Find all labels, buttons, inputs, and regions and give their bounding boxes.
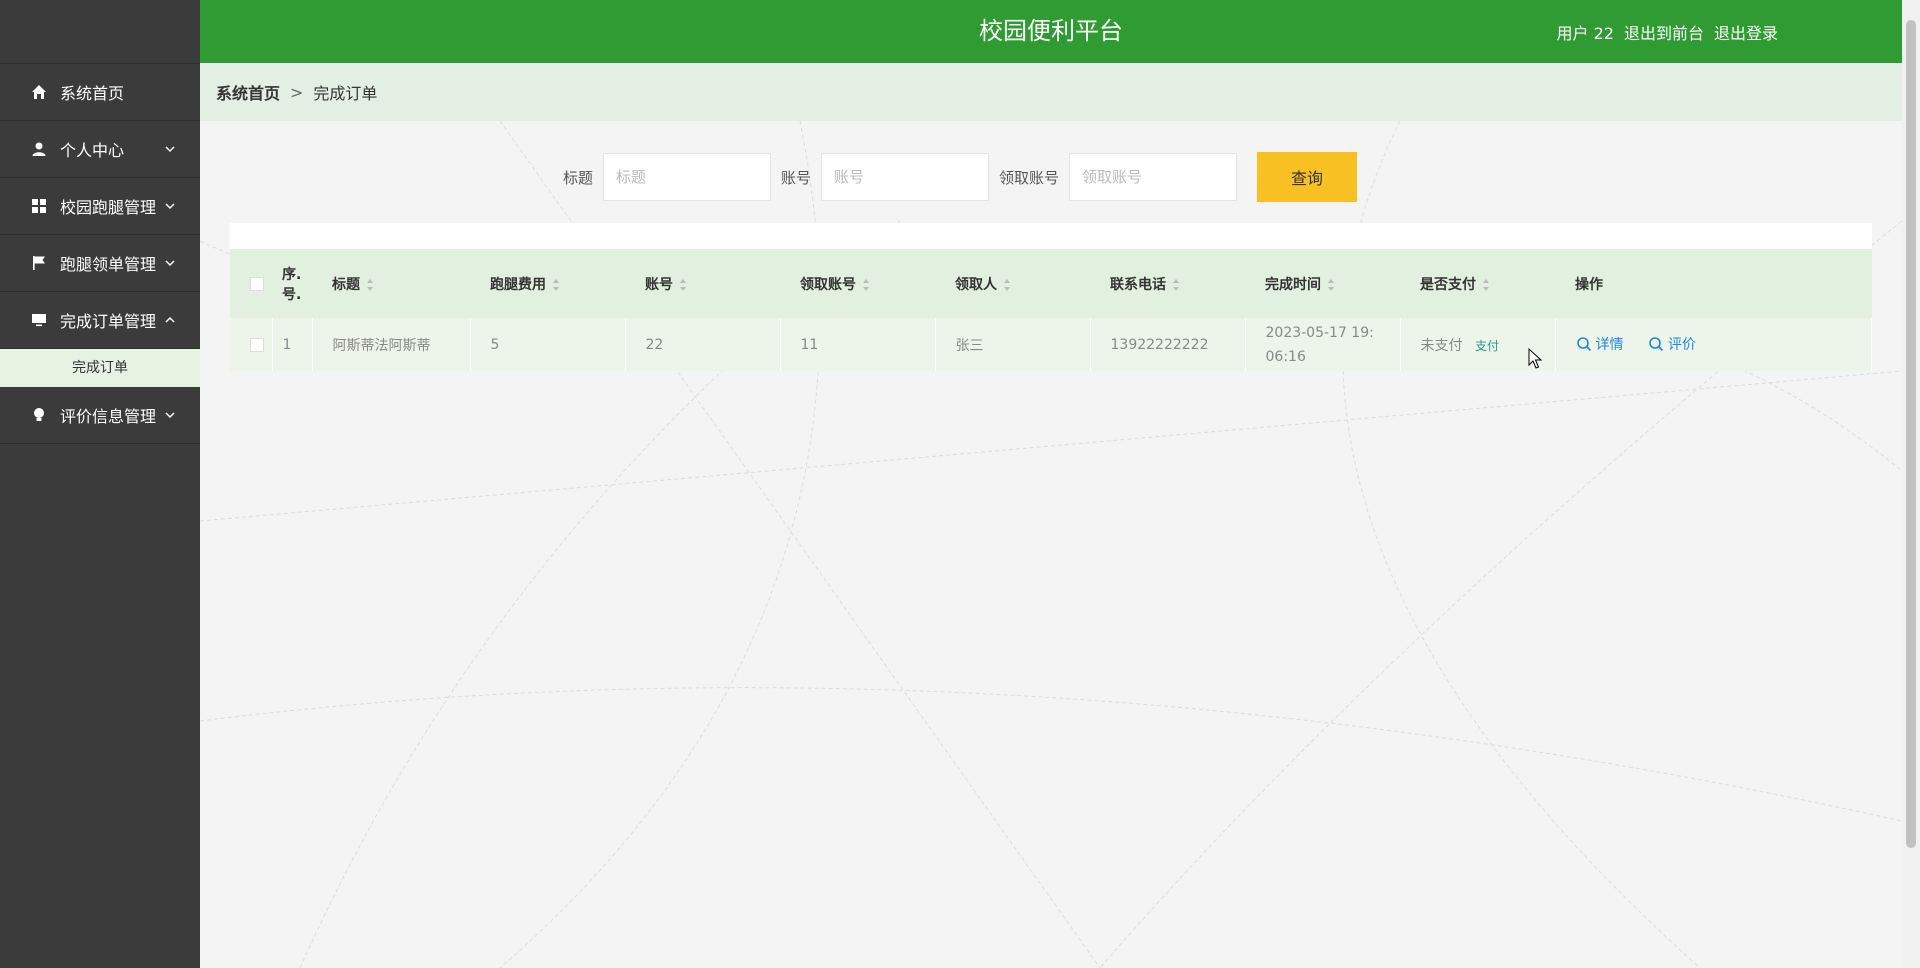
cell-ops: 详情 评价 — [1555, 318, 1872, 371]
monitor-icon — [30, 311, 48, 329]
select-all-header — [230, 249, 272, 318]
page-scrollbar[interactable] — [1902, 0, 1920, 968]
cell-receiver-account: 11 — [780, 318, 936, 371]
receiver-account-input[interactable] — [1069, 153, 1238, 201]
row-checkbox[interactable] — [250, 337, 264, 352]
mouse-cursor-icon — [1528, 348, 1543, 369]
phone-header[interactable]: 联系电话 — [1090, 249, 1245, 318]
orders-table: 序.号. 标题 跑腿费用 账号 领取账号 领取人 联系电话 完成时间 是否支付 … — [230, 249, 1872, 371]
select-all-checkbox[interactable] — [250, 276, 264, 291]
sort-icon — [367, 278, 373, 291]
search-icon — [1649, 336, 1664, 351]
sidebar-item-review[interactable]: 评价信息管理 — [0, 387, 200, 444]
receiver-account-label: 领取账号 — [999, 168, 1060, 187]
sort-icon — [553, 278, 559, 291]
scrollbar-thumb[interactable] — [1906, 20, 1916, 848]
table-header-row: 序.号. 标题 跑腿费用 账号 领取账号 领取人 联系电话 完成时间 是否支付 … — [230, 249, 1872, 318]
sort-icon — [1004, 278, 1010, 291]
account-input[interactable] — [821, 153, 989, 201]
chevron-down-icon — [165, 260, 175, 267]
submenu-item-finished-orders[interactable]: 完成订单 — [0, 349, 200, 387]
breadcrumb-current: 完成订单 — [313, 84, 378, 103]
receiver-header[interactable]: 领取人 — [935, 249, 1090, 318]
title-input[interactable] — [602, 153, 771, 201]
cell-index: 1 — [272, 318, 313, 371]
account-label: 账号 — [780, 168, 811, 187]
fee-header[interactable]: 跑腿费用 — [470, 249, 625, 318]
chevron-up-icon — [165, 316, 175, 323]
row-select-cell — [230, 318, 273, 371]
cell-receiver: 张三 — [935, 318, 1091, 371]
breadcrumb-home[interactable]: 系统首页 — [216, 80, 280, 104]
title-header[interactable]: 标题 — [312, 249, 470, 318]
sidebar-item-label: 完成订单管理 — [60, 312, 157, 331]
sidebar-item-finished[interactable]: 完成订单管理 — [0, 292, 200, 349]
home-icon — [30, 83, 48, 101]
breadcrumb: 系统首页 > 完成订单 — [200, 63, 1902, 121]
breadcrumb-separator: > — [290, 82, 304, 102]
user-area: 用户 22 退出到前台 退出登录 — [1557, 0, 1778, 63]
ops-header: 操作 — [1575, 276, 1603, 293]
cell-account: 22 — [625, 318, 781, 371]
search-icon — [1576, 336, 1591, 351]
cell-fee: 5 — [470, 318, 626, 371]
sidebar-item-label: 跑腿领单管理 — [60, 255, 157, 274]
sort-icon — [863, 278, 869, 291]
bulb-icon — [30, 406, 48, 424]
sidebar-item-claim[interactable]: 跑腿领单管理 — [0, 235, 200, 292]
cell-finish-time: 2023-05-17 19:06:16 — [1245, 318, 1401, 371]
account-header[interactable]: 账号 — [625, 249, 780, 318]
index-header: 序.号. — [282, 266, 302, 303]
chevron-down-icon — [165, 412, 175, 419]
sidebar-item-label: 系统首页 — [60, 84, 125, 103]
exit-to-front-link[interactable]: 退出到前台 — [1624, 20, 1704, 44]
sort-icon — [1328, 278, 1334, 291]
flag-icon — [30, 254, 48, 272]
paid-status: 未支付 — [1420, 337, 1463, 354]
title-label: 标题 — [562, 168, 593, 187]
sort-icon — [1173, 278, 1179, 291]
sort-icon — [1483, 278, 1489, 291]
logout-link[interactable]: 退出登录 — [1714, 20, 1778, 44]
sort-icon — [680, 278, 686, 291]
sidebar-item-home[interactable]: 系统首页 — [0, 64, 200, 121]
pay-button[interactable]: 支付 — [1475, 339, 1499, 353]
detail-button[interactable]: 详情 — [1576, 334, 1624, 354]
sidebar: 系统首页 个人中心 校园跑腿管理 跑腿领单管理 完成订单管理 完成订单 评价信息… — [0, 0, 200, 968]
search-bar: 标题 账号 领取账号 查询 — [0, 152, 1920, 202]
sidebar-item-label: 评价信息管理 — [60, 407, 157, 426]
review-button[interactable]: 评价 — [1648, 334, 1696, 354]
top-header: 校园便利平台 用户 22 退出到前台 退出登录 — [200, 0, 1902, 63]
sidebar-brand — [0, 0, 200, 64]
finish-time-header[interactable]: 完成时间 — [1245, 249, 1400, 318]
paid-header[interactable]: 是否支付 — [1400, 249, 1555, 318]
cell-phone: 13922222222 — [1090, 318, 1246, 371]
receiver-account-header[interactable]: 领取账号 — [780, 249, 935, 318]
query-button[interactable]: 查询 — [1257, 152, 1358, 202]
cell-title: 阿斯蒂法阿斯蒂 — [312, 318, 471, 371]
table-row: 1 阿斯蒂法阿斯蒂 5 22 11 张三 13922222222 2023-05… — [230, 318, 1872, 371]
user-name: 用户 22 — [1556, 23, 1614, 43]
toolbar-strip — [230, 223, 1872, 249]
